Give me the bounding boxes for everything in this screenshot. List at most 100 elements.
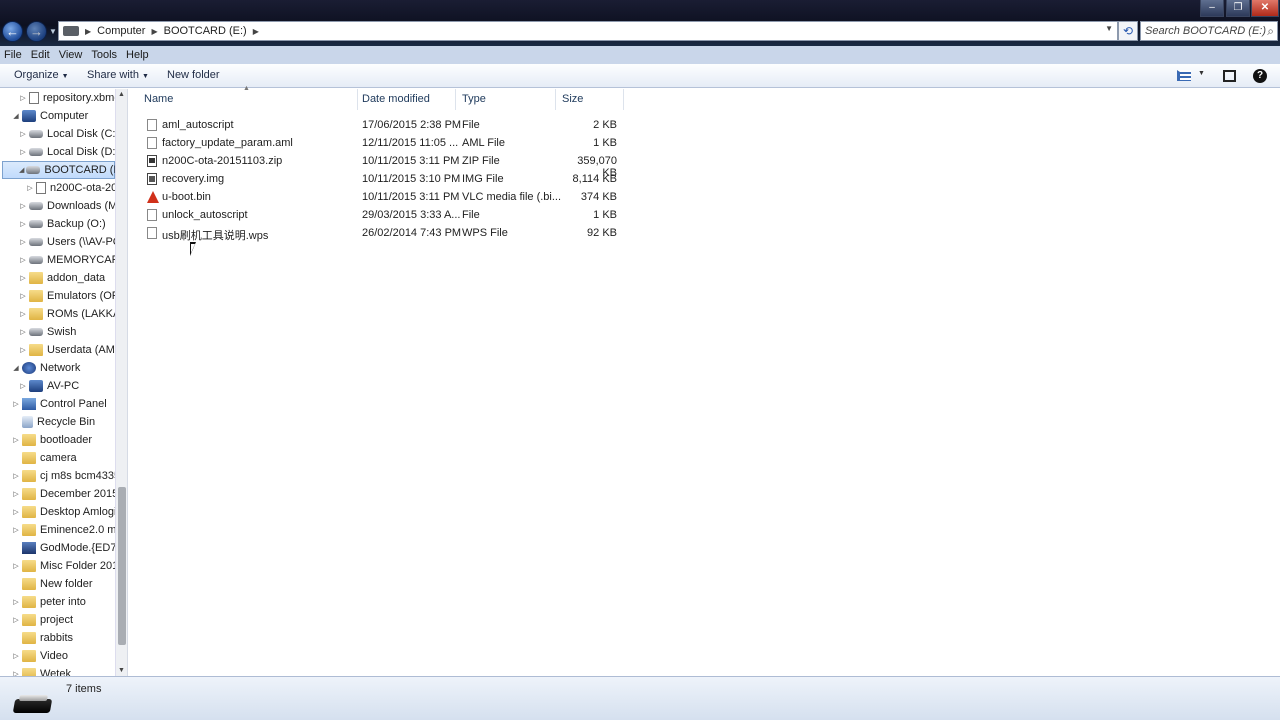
- nav-tree-item[interactable]: ▷ Userdata (AMLI: [19, 341, 124, 359]
- menu-file[interactable]: File: [4, 49, 22, 61]
- nav-tree-item[interactable]: ▷ Wetek: [12, 665, 71, 676]
- expand-arrow-icon[interactable]: ▷: [19, 256, 27, 264]
- expanded-arrow-icon[interactable]: ◢: [19, 166, 24, 174]
- expand-arrow-icon[interactable]: ▷: [19, 310, 27, 318]
- nav-tree-item[interactable]: camera: [12, 449, 77, 467]
- nav-tree-item[interactable]: ▷ project: [12, 611, 73, 629]
- expand-arrow-icon[interactable]: ▷: [12, 490, 20, 498]
- expand-arrow-icon[interactable]: ▷: [12, 562, 20, 570]
- file-row[interactable]: u-boot.bin 10/11/2015 3:11 PM VLC media fi…: [142, 188, 624, 206]
- column-header-name[interactable]: Name: [138, 89, 358, 110]
- nav-tree-item[interactable]: ▷ Swish: [19, 323, 76, 341]
- expand-arrow-icon[interactable]: ▷: [19, 292, 27, 300]
- nav-tree-item[interactable]: ▷ AV-PC: [19, 377, 79, 395]
- new-folder-button[interactable]: New folder: [167, 69, 220, 81]
- nav-tree-item[interactable]: ▷ Local Disk (D:): [19, 143, 119, 161]
- chevron-right-icon[interactable]: ▶: [149, 27, 159, 36]
- expand-arrow-icon[interactable]: ▷: [12, 598, 20, 606]
- expand-arrow-icon[interactable]: ▷: [12, 508, 20, 516]
- organize-button[interactable]: Organize ▼: [14, 69, 69, 81]
- nav-tree-item[interactable]: ▷ MEMORYCARD: [19, 251, 127, 269]
- chevron-right-icon[interactable]: ▶: [83, 27, 93, 36]
- expand-arrow-icon[interactable]: ▷: [19, 382, 27, 390]
- nav-scrollbar[interactable]: ▲ ▼: [115, 89, 127, 676]
- file-row[interactable]: recovery.img 10/11/2015 3:10 PM IMG File 8,…: [142, 170, 624, 188]
- nav-tree-item[interactable]: ▷ addon_data: [19, 269, 105, 287]
- breadcrumb-bootcard[interactable]: BOOTCARD (E:): [160, 25, 251, 37]
- nav-tree-item[interactable]: ▷ Emulators (OPE: [19, 287, 126, 305]
- expand-arrow-icon[interactable]: ▷: [19, 274, 27, 282]
- forward-button[interactable]: →: [26, 21, 47, 42]
- minimize-button[interactable]: –: [1200, 0, 1224, 17]
- menu-tools[interactable]: Tools: [91, 49, 117, 61]
- chevron-right-icon[interactable]: ▶: [251, 27, 261, 36]
- address-dropdown-icon[interactable]: ▼: [1105, 24, 1113, 33]
- nav-tree-item[interactable]: ◢ Computer: [12, 107, 88, 125]
- nav-tree-item[interactable]: rabbits: [12, 629, 73, 647]
- nav-tree-item[interactable]: ▷ peter into: [12, 593, 86, 611]
- file-row[interactable]: n200C-ota-20151103.zip 10/11/2015 3:11 PM…: [142, 152, 624, 179]
- help-icon[interactable]: ?: [1253, 69, 1267, 83]
- maximize-button[interactable]: ❐: [1226, 0, 1250, 17]
- scroll-up-icon[interactable]: ▲: [118, 91, 125, 98]
- expand-arrow-icon[interactable]: ▷: [12, 472, 20, 480]
- column-header-type[interactable]: Type: [456, 89, 556, 110]
- close-button[interactable]: ✕: [1251, 0, 1279, 17]
- column-header-size[interactable]: Size: [556, 89, 624, 110]
- menu-view[interactable]: View: [59, 49, 83, 61]
- share-with-button[interactable]: Share with ▼: [87, 69, 149, 81]
- expand-arrow-icon[interactable]: ▷: [12, 652, 20, 660]
- expand-arrow-icon[interactable]: ▷: [19, 94, 27, 102]
- expand-arrow-icon[interactable]: ▷: [26, 184, 34, 192]
- search-input[interactable]: Search BOOTCARD (E:) ⌕: [1140, 21, 1278, 41]
- navigation-pane[interactable]: ▷ repository.xbmc ◢ Computer ▷ Local Disk (C:…: [0, 89, 128, 676]
- menu-edit[interactable]: Edit: [31, 49, 50, 61]
- nav-tree-item[interactable]: ▷ ROMs (LAKKA (: [19, 305, 126, 323]
- scroll-down-icon[interactable]: ▼: [118, 667, 125, 674]
- nav-tree-item[interactable]: ◢ BOOTCARD (E:): [2, 161, 127, 179]
- nav-tree-item[interactable]: ▷ cj m8s bcm4335: [12, 467, 120, 485]
- nav-tree-item[interactable]: ▷ Backup (O:): [19, 215, 105, 233]
- expanded-arrow-icon[interactable]: ◢: [12, 364, 20, 372]
- expand-arrow-icon[interactable]: ▷: [19, 202, 27, 210]
- expand-arrow-icon[interactable]: ▷: [19, 238, 27, 246]
- nav-tree-item[interactable]: ▷ Control Panel: [12, 395, 107, 413]
- nav-tree-item[interactable]: ▷ bootloader: [12, 431, 92, 449]
- breadcrumb-computer[interactable]: Computer: [93, 25, 149, 37]
- nav-tree-item[interactable]: ▷ Eminence2.0 mod: [12, 521, 127, 539]
- view-dropdown-icon[interactable]: ▼: [1198, 70, 1205, 77]
- change-view-icon[interactable]: [1177, 70, 1191, 81]
- scrollbar-thumb[interactable]: [118, 487, 126, 645]
- expand-arrow-icon[interactable]: ▷: [19, 346, 27, 354]
- refresh-button[interactable]: ⟲: [1118, 21, 1138, 41]
- expand-arrow-icon[interactable]: ▷: [19, 148, 27, 156]
- nav-tree-item[interactable]: Recycle Bin: [12, 413, 95, 431]
- nav-tree-item[interactable]: ▷ repository.xbmc: [19, 89, 120, 107]
- expand-arrow-icon[interactable]: ▷: [12, 436, 20, 444]
- nav-tree-item[interactable]: ▷ Misc Folder 2015: [12, 557, 124, 575]
- search-icon[interactable]: ⌕: [1267, 24, 1274, 39]
- nav-tree-item[interactable]: ▷ Desktop Amlogic: [12, 503, 122, 521]
- expand-arrow-icon[interactable]: ▷: [19, 328, 27, 336]
- back-button[interactable]: ←: [2, 21, 23, 42]
- expand-arrow-icon[interactable]: ▷: [12, 526, 20, 534]
- nav-tree-item[interactable]: ▷ Downloads (M:): [19, 197, 124, 215]
- nav-tree-item[interactable]: ▷ Video: [12, 647, 68, 665]
- address-bar[interactable]: ▶ Computer ▶ BOOTCARD (E:) ▶ ▼: [58, 21, 1118, 41]
- nav-tree-item[interactable]: New folder: [12, 575, 93, 593]
- preview-pane-icon[interactable]: [1223, 70, 1236, 82]
- nav-tree-item[interactable]: ◢ Network: [12, 359, 80, 377]
- recent-pages-dropdown[interactable]: ▼: [49, 27, 57, 36]
- expand-arrow-icon[interactable]: ▷: [19, 130, 27, 138]
- column-header-date-modified[interactable]: Date modified: [356, 89, 456, 110]
- file-list[interactable]: Name Date modified Type Size ▲ aml_autos…: [130, 85, 1280, 676]
- expand-arrow-icon[interactable]: ▷: [19, 220, 27, 228]
- expand-arrow-icon[interactable]: ▷: [12, 616, 20, 624]
- file-row[interactable]: aml_autoscript 17/06/2015 2:38 PM File 2 KB: [142, 116, 624, 134]
- file-row[interactable]: unlock_autoscript 29/03/2015 3:33 A... Fil…: [142, 206, 624, 224]
- file-row[interactable]: usb刷机工具说明.wps 26/02/2014 7:43 PM WPS File 9…: [142, 224, 624, 242]
- expand-arrow-icon[interactable]: ▷: [12, 400, 20, 408]
- menu-help[interactable]: Help: [126, 49, 149, 61]
- expanded-arrow-icon[interactable]: ◢: [12, 112, 20, 120]
- nav-tree-item[interactable]: GodMode.{ED7B: [12, 539, 124, 557]
